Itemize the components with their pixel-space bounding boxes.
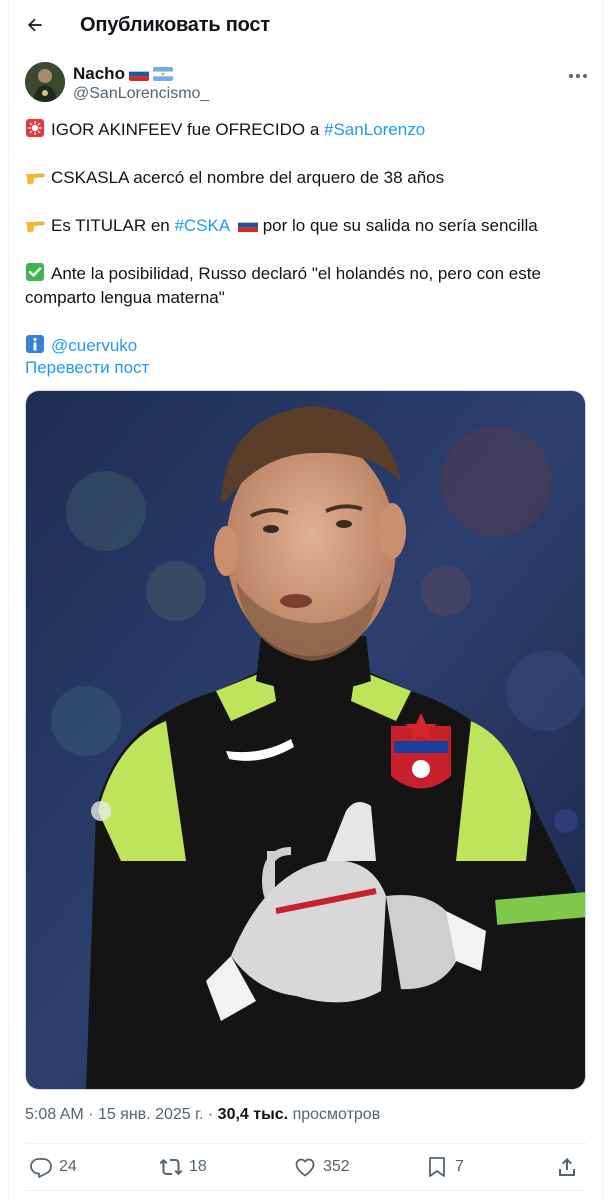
tweet-line: comparto lengua materna" (25, 286, 590, 310)
info-emoji-icon (25, 334, 45, 354)
bookmark-icon (429, 1157, 445, 1177)
tweet-author: Nacho @SanLorencismo_ (25, 62, 595, 106)
arrow-left-icon (28, 18, 42, 32)
mention-link[interactable]: @cuervuko (51, 336, 137, 355)
tweet-actions: 24 18 352 7 (25, 1150, 587, 1184)
page-title: Опубликовать пост (80, 14, 270, 36)
tweet-line: @cuervuko (25, 334, 590, 358)
tweet-photo[interactable] (25, 390, 586, 1090)
tweet-line-text: comparto lengua materna" (25, 288, 225, 307)
tweet-line-text: Es TITULAR en (51, 216, 175, 235)
more-options-button[interactable] (565, 66, 591, 86)
check-mark-emoji-icon (25, 262, 45, 282)
divider (25, 1143, 587, 1144)
frame-border-left (8, 0, 9, 1200)
tweet-line-text: Ante la posibilidad, Russo declaró "el h… (51, 264, 541, 283)
back-button[interactable] (20, 10, 50, 40)
name-row: Nacho (73, 64, 173, 84)
heart-icon (295, 1158, 315, 1177)
views-count: 30,4 тыс. (217, 1106, 289, 1123)
tweet-line-text: IGOR AKINFEEV fue OFRECIDO a (51, 120, 325, 139)
retweet-button[interactable]: 18 (159, 1150, 207, 1184)
pointing-hand-emoji-icon (25, 166, 45, 186)
tweet-line: CSKASLA acercó el nombre del arquero de … (25, 166, 590, 190)
tweet-date[interactable]: 15 янв. 2025 г. (98, 1106, 204, 1123)
reply-icon (30, 1158, 52, 1178)
tweet-meta: 5:08 AM · 15 янв. 2025 г. · 30,4 тыс. пр… (25, 1106, 380, 1124)
tweet-line-text: CSKASLA acercó el nombre del arquero de … (51, 168, 445, 187)
display-name[interactable]: Nacho (73, 64, 125, 84)
russia-flag-icon (128, 67, 149, 81)
tweet-text: IGOR AKINFEEV fue OFRECIDO a #SanLorenzo… (25, 118, 590, 358)
argentina-flag-icon (152, 67, 173, 81)
pointing-hand-emoji-icon (25, 214, 45, 234)
tweet-line-text: por lo que su salida no sería sencilla (258, 216, 538, 235)
tweet-line: Es TITULAR en #CSKA por lo que su salida… (25, 214, 590, 238)
tweet-time[interactable]: 5:08 AM (25, 1106, 84, 1123)
share-icon (559, 1158, 575, 1176)
like-count: 352 (323, 1158, 350, 1175)
tweet-line: Ante la posibilidad, Russo declaró "el h… (25, 262, 590, 286)
goalkeeper-photo (26, 391, 585, 1089)
divider (25, 1190, 587, 1191)
views-label: просмотров (292, 1106, 381, 1123)
tweet-line: IGOR AKINFEEV fue OFRECIDO a #SanLorenzo (25, 118, 590, 142)
like-button[interactable]: 352 (293, 1150, 350, 1184)
retweet-count: 18 (189, 1158, 207, 1175)
bookmark-count: 7 (455, 1158, 464, 1175)
meta-separator: · (88, 1106, 98, 1123)
translate-post-link[interactable]: Перевести пост (25, 358, 149, 378)
siren-emoji-icon (25, 118, 45, 138)
reply-count: 24 (59, 1158, 77, 1175)
meta-separator: · (207, 1106, 218, 1123)
user-handle[interactable]: @SanLorencismo_ (73, 85, 209, 103)
russia-flag-icon (237, 215, 259, 233)
share-button[interactable] (555, 1150, 579, 1184)
hashtag-link[interactable]: #CSKA (174, 216, 229, 235)
frame-border-right (603, 0, 604, 1200)
retweet-icon (159, 1158, 183, 1176)
more-horizontal-icon (569, 74, 587, 78)
bookmark-button[interactable]: 7 (425, 1150, 464, 1184)
header: Опубликовать пост (0, 0, 612, 52)
avatar[interactable] (25, 62, 65, 102)
hashtag-link[interactable]: #SanLorenzo (324, 120, 425, 139)
reply-button[interactable]: 24 (29, 1150, 77, 1184)
